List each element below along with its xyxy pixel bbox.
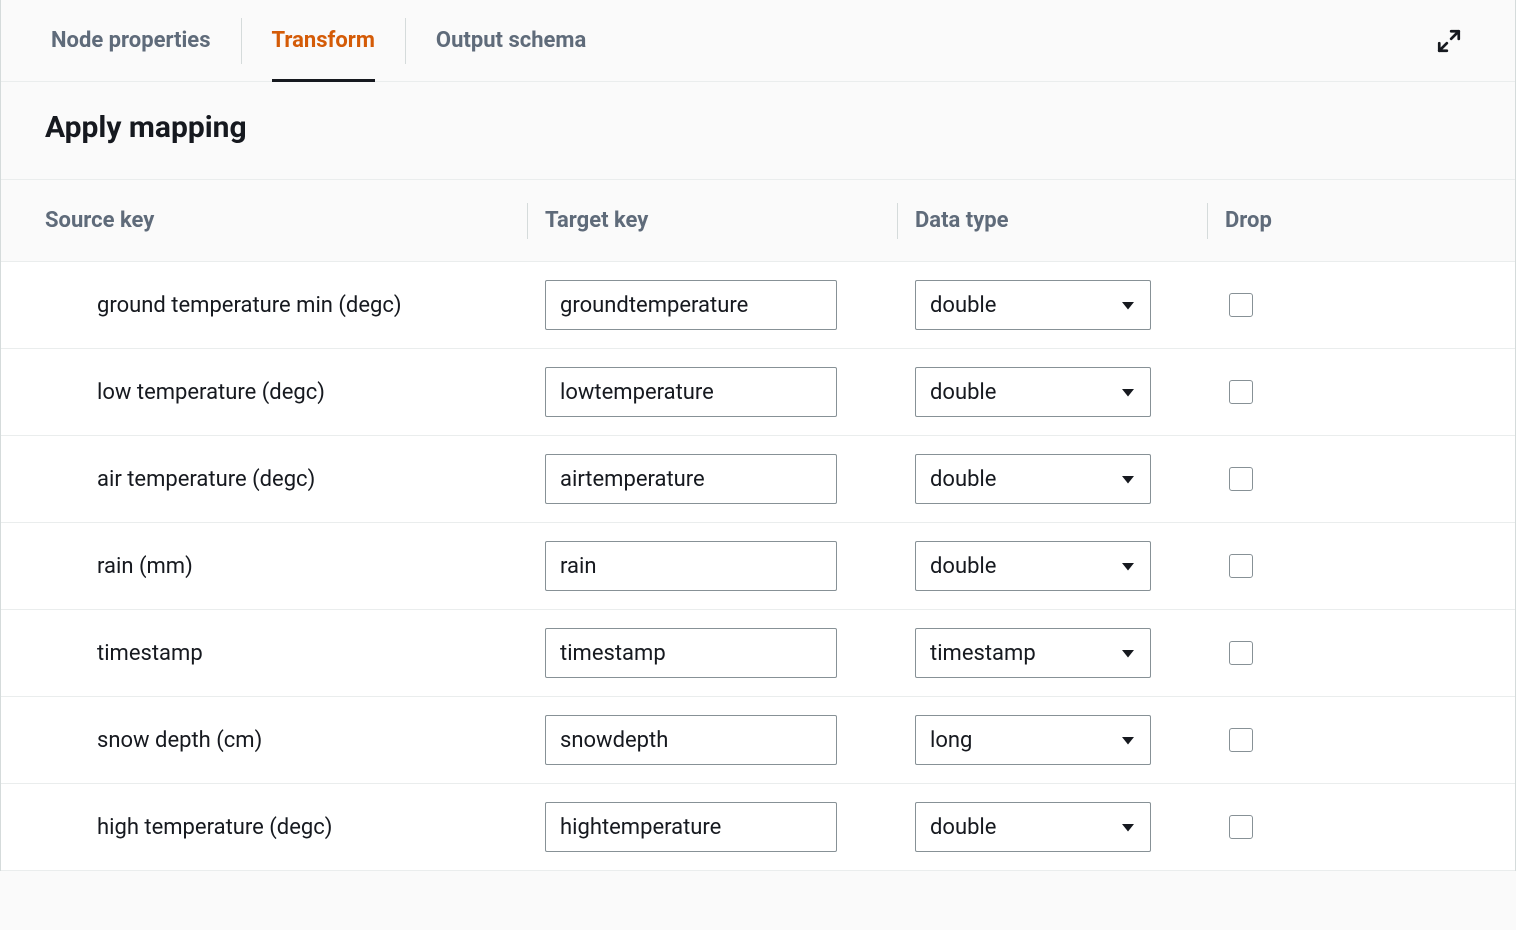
tab-divider [405,18,406,64]
source-key-label: air temperature (degc) [45,467,545,492]
header-data-type: Data type [915,180,1225,261]
transform-panel: Node properties Transform Output schema … [0,0,1516,871]
table-row: ground temperature min (degc) doublelongt… [1,262,1515,349]
table-header: Source key Target key Data type Drop [1,179,1515,262]
data-type-select[interactable]: doublelongtimestampstringintboolean [915,802,1151,852]
source-key-label: low temperature (degc) [45,380,545,405]
source-key-label: rain (mm) [45,554,545,579]
tab-divider [241,18,242,64]
table-row: rain (mm) doublelongtimestampstringintboo… [1,523,1515,610]
expand-icon [1436,28,1462,54]
data-type-select[interactable]: doublelongtimestampstringintboolean [915,367,1151,417]
expand-button[interactable] [1433,25,1465,57]
data-type-cell: doublelongtimestampstringintboolean [915,454,1225,504]
data-type-select[interactable]: doublelongtimestampstringintboolean [915,715,1151,765]
drop-checkbox[interactable] [1229,641,1253,665]
header-drop: Drop [1225,180,1471,261]
drop-checkbox[interactable] [1229,380,1253,404]
target-key-cell [545,715,915,765]
data-type-select-wrap: doublelongtimestampstringintboolean [915,454,1151,504]
drop-checkbox[interactable] [1229,815,1253,839]
data-type-select[interactable]: doublelongtimestampstringintboolean [915,628,1151,678]
target-key-input[interactable] [545,541,837,591]
header-target-key: Target key [545,180,915,261]
target-key-input[interactable] [545,715,837,765]
tab-output-schema[interactable]: Output schema [436,0,586,81]
data-type-select-wrap: doublelongtimestampstringintboolean [915,715,1151,765]
target-key-input[interactable] [545,628,837,678]
target-key-input[interactable] [545,454,837,504]
tab-bar: Node properties Transform Output schema [1,0,1515,82]
data-type-cell: doublelongtimestampstringintboolean [915,715,1225,765]
target-key-cell [545,367,915,417]
target-key-cell [545,802,915,852]
drop-cell [1225,641,1471,665]
target-key-cell [545,280,915,330]
data-type-cell: doublelongtimestampstringintboolean [915,280,1225,330]
tab-transform[interactable]: Transform [272,0,375,81]
data-type-select-wrap: doublelongtimestampstringintboolean [915,802,1151,852]
data-type-select[interactable]: doublelongtimestampstringintboolean [915,454,1151,504]
table-row: timestamp doublelongtimestampstringintboo… [1,610,1515,697]
table-row: low temperature (degc) doublelongtimestam… [1,349,1515,436]
data-type-cell: doublelongtimestampstringintboolean [915,628,1225,678]
drop-cell [1225,293,1471,317]
table-row: high temperature (degc) doublelongtimesta… [1,784,1515,871]
data-type-select-wrap: doublelongtimestampstringintboolean [915,367,1151,417]
drop-cell [1225,467,1471,491]
target-key-cell [545,628,915,678]
header-source-key: Source key [45,180,545,261]
source-key-label: snow depth (cm) [45,728,545,753]
target-key-cell [545,454,915,504]
data-type-select-wrap: doublelongtimestampstringintboolean [915,280,1151,330]
drop-checkbox[interactable] [1229,293,1253,317]
target-key-input[interactable] [545,802,837,852]
drop-cell [1225,380,1471,404]
data-type-select-wrap: doublelongtimestampstringintboolean [915,541,1151,591]
data-type-select-wrap: doublelongtimestampstringintboolean [915,628,1151,678]
section-title: Apply mapping [1,82,1515,179]
table-row: air temperature (degc) doublelongtimestam… [1,436,1515,523]
data-type-cell: doublelongtimestampstringintboolean [915,367,1225,417]
table-row: snow depth (cm) doublelongtimestampstring… [1,697,1515,784]
mapping-rows: ground temperature min (degc) doublelongt… [1,262,1515,871]
drop-checkbox[interactable] [1229,728,1253,752]
source-key-label: ground temperature min (degc) [45,293,545,318]
source-key-label: high temperature (degc) [45,815,545,840]
target-key-input[interactable] [545,367,837,417]
tab-node-properties[interactable]: Node properties [51,0,211,81]
data-type-cell: doublelongtimestampstringintboolean [915,541,1225,591]
drop-cell [1225,815,1471,839]
drop-checkbox[interactable] [1229,554,1253,578]
target-key-cell [545,541,915,591]
source-key-label: timestamp [45,641,545,666]
data-type-cell: doublelongtimestampstringintboolean [915,802,1225,852]
drop-checkbox[interactable] [1229,467,1253,491]
data-type-select[interactable]: doublelongtimestampstringintboolean [915,280,1151,330]
data-type-select[interactable]: doublelongtimestampstringintboolean [915,541,1151,591]
target-key-input[interactable] [545,280,837,330]
drop-cell [1225,728,1471,752]
drop-cell [1225,554,1471,578]
